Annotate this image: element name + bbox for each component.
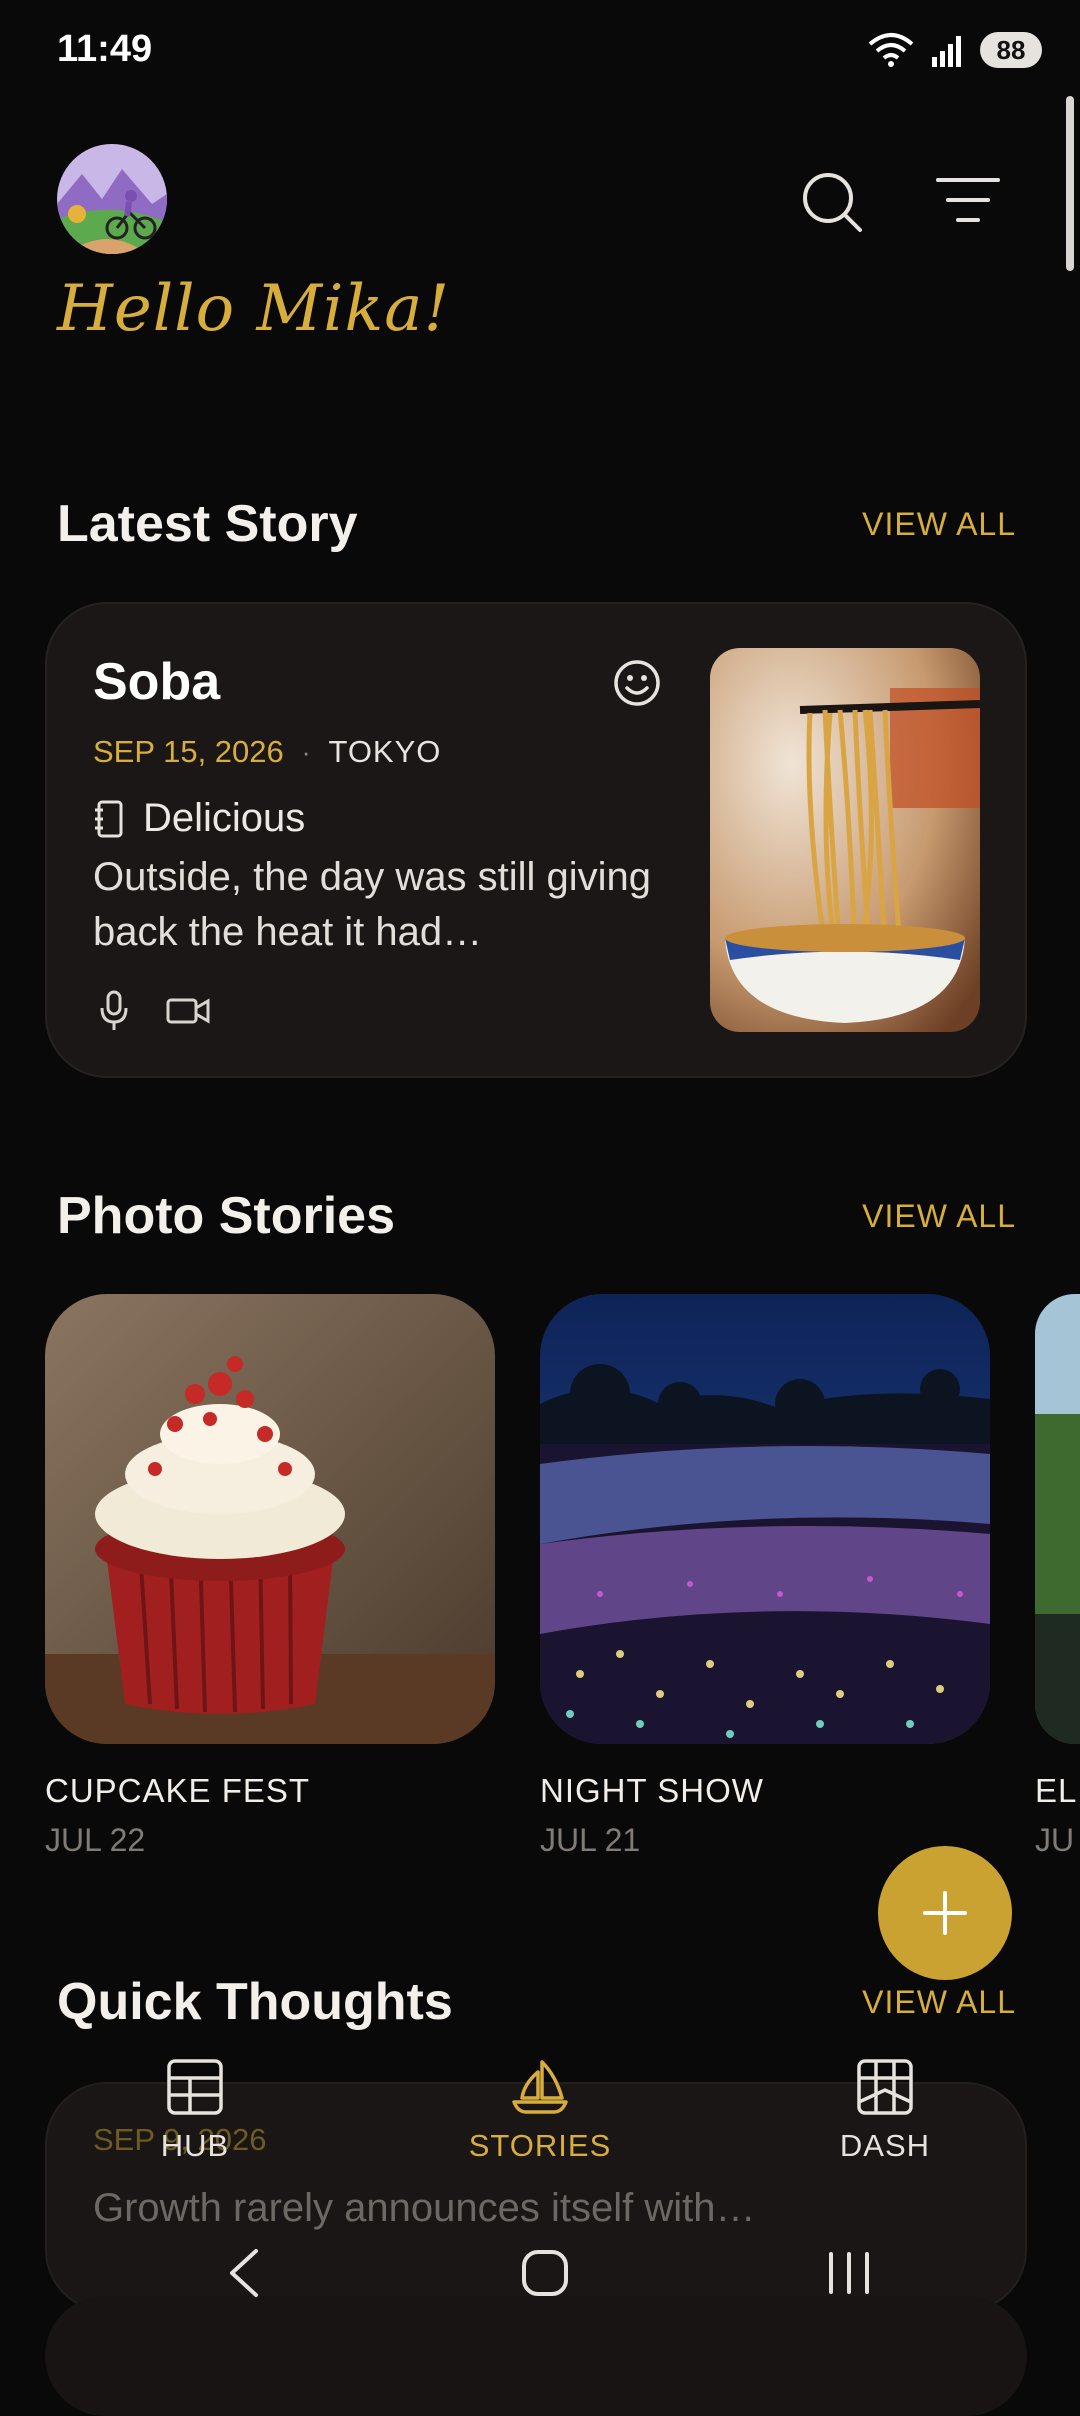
microphone-icon — [98, 990, 130, 1032]
nav-hub[interactable]: HUB — [85, 2058, 305, 2164]
nav-stories-label: STORIES — [468, 2128, 612, 2163]
photo-story-card[interactable] — [540, 1294, 990, 1744]
meta-separator: · — [301, 736, 311, 767]
photo-stories-title: Photo Stories — [57, 1187, 396, 1245]
battery-indicator: 88 — [980, 32, 1042, 68]
wifi-icon — [866, 32, 916, 68]
story-mood: Delicious — [93, 796, 305, 841]
photo-story-title: NIGHT SHOW — [540, 1772, 764, 1809]
quick-thoughts-title: Quick Thoughts — [57, 1973, 453, 2031]
photo-stories-view-all[interactable]: VIEW ALL — [862, 1198, 1016, 1235]
smiley-icon[interactable] — [612, 658, 662, 708]
story-excerpt: Outside, the day was still giving back t… — [93, 855, 652, 954]
search-icon[interactable] — [800, 170, 866, 236]
photo-story-date: JUL 22 — [45, 1822, 146, 1858]
photo-story-card[interactable] — [1035, 1294, 1080, 1744]
avatar[interactable] — [57, 144, 167, 254]
story-location: TOKYO — [328, 734, 442, 769]
add-story-button[interactable] — [878, 1846, 1012, 1980]
story-photo-soba[interactable] — [710, 648, 980, 1032]
story-meta: SEP 15, 2026 · TOKYO — [93, 734, 441, 770]
quick-thought-card[interactable] — [45, 2296, 1027, 2416]
scrollbar[interactable] — [1066, 96, 1074, 271]
filter-icon[interactable] — [936, 176, 1000, 226]
photo-story-title: CUPCAKE FEST — [45, 1772, 311, 1809]
status-time: 11:49 — [57, 28, 153, 70]
quick-thought-text: Growth rarely announces itself with… — [93, 2186, 756, 2230]
photo-story-date: JUL 21 — [540, 1822, 641, 1858]
quick-thoughts-view-all[interactable]: VIEW ALL — [862, 1984, 1016, 2021]
notebook-icon — [93, 800, 125, 838]
back-icon[interactable] — [224, 2248, 264, 2298]
dashboard-icon — [856, 2058, 914, 2116]
recents-icon[interactable] — [826, 2248, 872, 2298]
table-icon — [166, 2058, 224, 2116]
latest-story-view-all[interactable]: VIEW ALL — [862, 506, 1016, 543]
home-icon[interactable] — [520, 2248, 570, 2298]
nav-hub-label: HUB — [160, 2128, 230, 2163]
sailboat-icon — [510, 2058, 570, 2116]
nav-dash[interactable]: DASH — [775, 2058, 995, 2164]
story-date: SEP 15, 2026 — [93, 734, 284, 769]
nav-dash-label: DASH — [839, 2128, 931, 2163]
greeting: Hello Mika! — [57, 272, 451, 346]
photo-story-title: EL — [1035, 1772, 1078, 1809]
nav-stories[interactable]: STORIES — [430, 2058, 650, 2164]
photo-story-date: JU — [1035, 1822, 1075, 1858]
status-icons: 88 — [866, 32, 1042, 68]
story-title: Soba — [93, 653, 221, 711]
video-icon — [166, 996, 210, 1026]
latest-story-title: Latest Story — [57, 495, 358, 553]
plus-icon — [921, 1889, 969, 1937]
story-mood-label: Delicious — [143, 796, 306, 840]
signal-icon — [930, 33, 966, 67]
photo-story-card[interactable] — [45, 1294, 495, 1744]
